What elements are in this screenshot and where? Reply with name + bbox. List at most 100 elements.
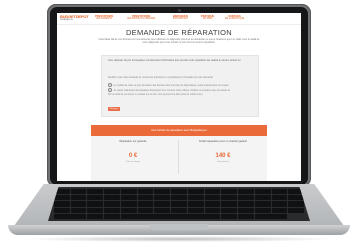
logo-subtext: REPARATION xyxy=(60,19,73,21)
submit-button[interactable]: Envoyer xyxy=(108,107,120,111)
option-label: Le module de votre ce pour la relance de… xyxy=(113,84,229,87)
key xyxy=(187,195,204,201)
key xyxy=(87,201,104,207)
key xyxy=(221,207,238,213)
form-option-2[interactable]: Je mettez maintenant la réparation direc… xyxy=(108,88,231,93)
keyboard xyxy=(48,187,310,221)
key xyxy=(154,207,171,213)
key xyxy=(70,195,87,201)
key xyxy=(54,207,70,213)
option-label: Je mettez maintenant la réparation direc… xyxy=(113,89,231,92)
key xyxy=(254,195,271,201)
pricing-title: Forfait réparation pour un matériel gara… xyxy=(199,140,247,143)
form-note: Par un arrêt de ces fois-ci ou suivant s… xyxy=(108,94,203,96)
nav-item-1[interactable]: PRESTATIONS LES PARENTS xyxy=(95,15,113,21)
key xyxy=(104,201,120,207)
site-logo[interactable]: BUDGETDEPOT REPARATION xyxy=(60,14,89,23)
key xyxy=(254,207,271,213)
trackpad xyxy=(150,224,208,230)
key xyxy=(221,213,238,219)
pricing-title: Réparation sur garantie xyxy=(119,140,147,143)
pricing-body: Réparation sur garantie 0 € Prise en cha… xyxy=(91,136,267,181)
form-instruction: Identifier vous votre demande ici, suiva… xyxy=(108,77,213,79)
key xyxy=(254,201,271,207)
pricing-header: Nos forfaits de réparation avec BudgetDe… xyxy=(91,125,267,136)
key xyxy=(137,189,154,195)
nav-item-4[interactable]: PRATIQUE ON PRIS xyxy=(201,15,214,21)
key xyxy=(154,189,171,195)
key xyxy=(104,207,120,213)
key xyxy=(171,195,187,201)
key xyxy=(137,201,154,207)
key xyxy=(271,189,288,195)
key xyxy=(120,189,137,195)
intro-text: Vous faites fait de vos données sur vos … xyxy=(98,38,260,45)
key xyxy=(87,195,104,201)
pricing-note: Prise en charge xyxy=(125,161,140,163)
page-title: DEMANDE DE RÉPARATION xyxy=(125,28,233,37)
key xyxy=(187,189,204,195)
radio-icon[interactable] xyxy=(108,88,113,93)
key xyxy=(70,189,87,195)
key xyxy=(154,195,171,201)
pricing-price: 0 € xyxy=(128,153,138,159)
nav-item-sub: DE LA BOUTIQUE xyxy=(225,18,245,20)
key xyxy=(104,189,120,195)
pricing-note: Sous réserve xyxy=(217,161,229,163)
key xyxy=(70,201,87,207)
key xyxy=(238,201,254,207)
key xyxy=(254,189,271,195)
repair-form: Vous disposez du prix d'enregistrer vos … xyxy=(101,55,259,117)
nav-item-2[interactable]: PRESTATIONS LES PRODUITS ANNEXES xyxy=(127,15,155,21)
key xyxy=(254,213,288,219)
key xyxy=(238,189,254,195)
nav-item-sub: LES PARENTS xyxy=(96,18,112,20)
pricing-column-1: Réparation sur garantie 0 € Prise en cha… xyxy=(103,140,163,163)
key xyxy=(221,195,238,201)
nav-item-5[interactable]: ESPACES DE LA BOUTIQUE xyxy=(225,15,244,21)
key xyxy=(288,207,304,213)
key xyxy=(238,213,254,219)
key xyxy=(120,201,137,207)
key xyxy=(171,201,187,207)
key xyxy=(288,195,304,201)
key xyxy=(70,207,87,213)
key xyxy=(221,189,238,195)
radio-icon[interactable] xyxy=(108,83,113,88)
key xyxy=(87,213,104,219)
key xyxy=(288,201,304,207)
key xyxy=(187,201,204,207)
key xyxy=(204,195,221,201)
site-navbar: BUDGETDEPOT REPARATION PRESTATIONS LES P… xyxy=(57,13,301,25)
key xyxy=(204,189,221,195)
pricing-price: 140 € xyxy=(215,153,231,159)
nav-item-3[interactable]: BIENVENUE MON PROJET xyxy=(173,15,188,21)
laptop-screen: BUDGETDEPOT REPARATION PRESTATIONS LES P… xyxy=(57,13,301,181)
key xyxy=(238,207,254,213)
key xyxy=(120,195,137,201)
key xyxy=(271,201,288,207)
key xyxy=(87,189,104,195)
pricing-section: Nos forfaits de réparation avec BudgetDe… xyxy=(91,125,267,181)
key xyxy=(204,207,221,213)
laptop-shadow xyxy=(20,236,338,242)
key xyxy=(54,201,70,207)
key xyxy=(87,207,104,213)
key xyxy=(221,201,238,207)
key xyxy=(271,207,288,213)
key xyxy=(104,195,120,201)
pricing-column-2: Forfait réparation pour un matériel gara… xyxy=(193,140,253,163)
spacebar xyxy=(120,213,221,219)
form-option-1[interactable]: Le module de votre ce pour la relance de… xyxy=(108,83,229,88)
key xyxy=(54,195,70,201)
key xyxy=(104,213,120,219)
webcam-icon xyxy=(178,9,181,12)
key xyxy=(137,195,154,201)
nav-item-sub: ON PRIS xyxy=(202,18,213,20)
nav-item-sub: LES PRODUITS ANNEXES xyxy=(127,18,156,20)
pricing-divider xyxy=(178,140,179,174)
key xyxy=(171,189,187,195)
form-description: Vous disposez du prix d'enregistrer vos … xyxy=(108,59,242,62)
key xyxy=(271,195,288,201)
key xyxy=(238,195,254,201)
